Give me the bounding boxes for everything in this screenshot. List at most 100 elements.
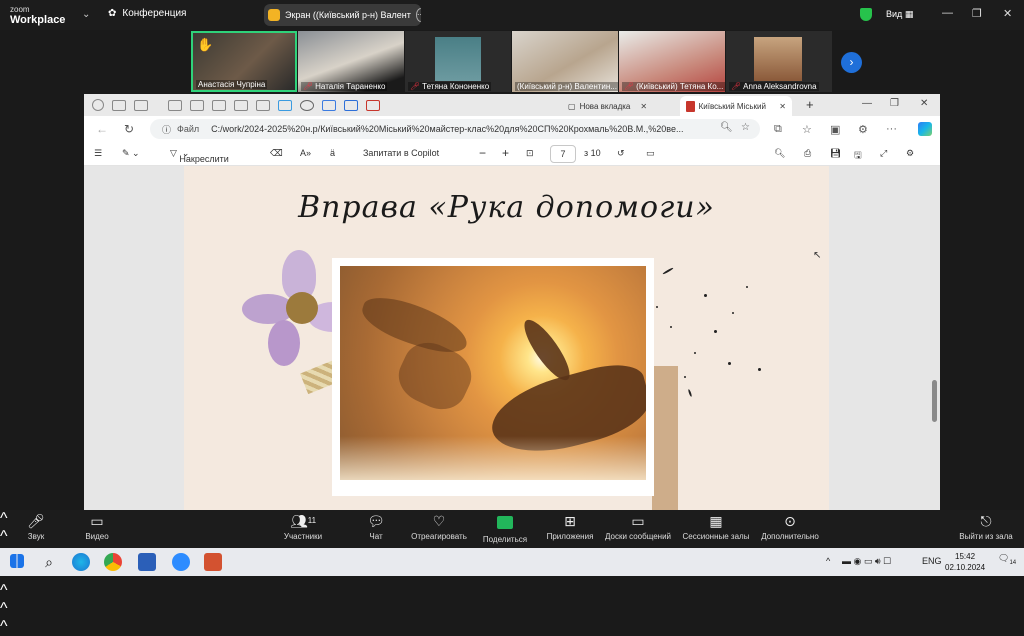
tab-icon[interactable]: [322, 99, 336, 111]
collections-icon[interactable]: [112, 99, 126, 111]
tray-icons[interactable]: ▬ ◉ ▭ 🔊︎ ☐: [842, 556, 891, 567]
settings-gear-icon[interactable]: ⚙: [906, 148, 914, 159]
tab-icon[interactable]: [190, 99, 204, 111]
screen-share-indicator[interactable]: Экран ((Київський р-н) Валент ···: [264, 4, 421, 26]
apps-button[interactable]: ⊞ Приложения: [542, 510, 598, 548]
more-menu-icon[interactable]: ···: [886, 123, 897, 135]
edge-icon[interactable]: [72, 553, 90, 571]
share-options-caret[interactable]: ^: [0, 582, 1024, 600]
tab-icon[interactable]: [234, 99, 248, 111]
browser-close-button[interactable]: ✕: [920, 98, 928, 109]
fullscreen-icon[interactable]: ⤢: [880, 148, 887, 159]
next-page-arrow-icon[interactable]: ›: [841, 52, 862, 73]
participant-tile[interactable]: 🎤︎ Anna Aleksandrovna: [726, 31, 832, 92]
close-tab-icon[interactable]: ✕: [779, 102, 786, 111]
audio-button[interactable]: 🎤︎ Звук: [20, 510, 52, 548]
fit-page-icon[interactable]: ⊡: [526, 148, 534, 159]
zoom-and-favorite-icons[interactable]: 🔍︎ ☆: [720, 122, 750, 133]
participant-tile[interactable]: 🎤︎ Наталія Тараненко: [298, 31, 404, 92]
refresh-icon[interactable]: ↻: [124, 122, 134, 136]
save-as-icon[interactable]: 🖫︎: [854, 148, 862, 164]
tab-icon[interactable]: [168, 99, 182, 111]
chat-button[interactable]: 💬︎ Чат: [362, 510, 390, 548]
rotate-icon[interactable]: ↺: [617, 148, 625, 159]
zoom-in-button[interactable]: +: [502, 146, 509, 160]
powerpoint-icon[interactable]: [204, 553, 222, 571]
more-button[interactable]: ⊙ Дополнительно: [758, 510, 822, 548]
contents-icon[interactable]: ☰: [94, 148, 102, 159]
language-indicator[interactable]: ENG: [922, 556, 942, 566]
participant-tile[interactable]: ✋ Анастасія Чупріна: [191, 31, 297, 92]
chrome-icon[interactable]: [104, 553, 122, 571]
search-icon[interactable]: 🔍︎: [774, 148, 785, 159]
browser-restore-button[interactable]: ❐: [890, 98, 899, 109]
word-icon[interactable]: [138, 553, 156, 571]
eraser-icon[interactable]: ⌫: [270, 148, 283, 159]
zoom-top-bar: zoom Workplace ⌄ ✿ Конференция Экран ((К…: [0, 0, 1024, 30]
copilot-icon[interactable]: [918, 122, 932, 136]
zoom-out-button[interactable]: −: [479, 146, 486, 160]
react-button[interactable]: ♡ Отреагировать: [408, 510, 470, 548]
tab-icon[interactable]: [256, 99, 270, 111]
ask-copilot-button[interactable]: Запитати в Copilot: [363, 148, 439, 158]
more-icon[interactable]: ···: [415, 8, 421, 22]
leave-button[interactable]: ⎋ Выйти из зала: [956, 510, 1016, 548]
tab-active[interactable]: Київський Міський ✕: [680, 96, 792, 116]
chevron-down-icon[interactable]: ⌄: [82, 9, 90, 20]
profile-icon[interactable]: [92, 99, 104, 111]
minimize-button[interactable]: —: [942, 7, 953, 19]
scrollbar-thumb[interactable]: [932, 380, 937, 422]
read-aloud-icon[interactable]: A»: [300, 148, 311, 158]
url-field[interactable]: ⓘ Файл C:/work/2024-2025%20н.р/Київський…: [150, 119, 760, 139]
tab-icon[interactable]: [278, 99, 292, 111]
view-button[interactable]: Вид ▦: [886, 9, 913, 20]
whiteboards-button[interactable]: ▭ Доски сообщений: [602, 510, 674, 548]
browser-minimize-button[interactable]: —: [862, 98, 872, 109]
notifications-icon[interactable]: 🗨︎14: [998, 553, 1016, 566]
search-icon[interactable]: ⌕: [40, 553, 58, 571]
draw-button[interactable]: ▽ Накреслити ⌄: [170, 148, 229, 164]
zoom-toolbar: 🎤︎ Звук ^ ▭ Видео ^ 👥︎11 Участники 💬︎ Ча…: [0, 510, 1024, 635]
collections-icon[interactable]: ▣: [830, 123, 840, 136]
pdf-toolbar: ☰ ✎ ⌄ ▽ Накреслити ⌄ ⌫ A» ä Запитати в C…: [84, 142, 940, 166]
whiteboards-options-caret[interactable]: ^: [0, 618, 1024, 636]
participant-name: Анастасія Чупріна: [196, 80, 268, 89]
save-icon[interactable]: 💾︎: [830, 148, 841, 159]
print-icon[interactable]: ⎙: [804, 148, 811, 159]
tab-actions-icon[interactable]: [134, 99, 148, 111]
favorites-icon[interactable]: ☆: [802, 123, 812, 136]
split-screen-icon[interactable]: ⧉: [774, 123, 782, 136]
tray-chevron-icon[interactable]: ^: [826, 556, 830, 566]
breakout-rooms-button[interactable]: ▦ Сессионные залы: [682, 510, 750, 548]
tab-new[interactable]: ▢ Нова вкладка ✕: [562, 96, 653, 116]
page-view-icon[interactable]: ▭: [646, 148, 655, 159]
tab-icon[interactable]: [300, 99, 314, 111]
share-button[interactable]: Поделиться: [480, 510, 530, 548]
translate-icon[interactable]: ä: [330, 148, 335, 158]
windows-start-icon[interactable]: [10, 554, 24, 568]
new-tab-button[interactable]: +: [806, 97, 814, 112]
pdf-viewer[interactable]: Вправа «Рука допомоги» ↖: [84, 166, 940, 510]
video-button[interactable]: ▭ Видео: [80, 510, 114, 548]
participant-tile[interactable]: (Київський р-н) Валентин...: [512, 31, 618, 92]
restore-button[interactable]: ❐: [972, 7, 982, 20]
close-tab-icon[interactable]: ✕: [640, 102, 647, 111]
clock[interactable]: 15:42 02.10.2024: [945, 551, 985, 573]
participant-tile[interactable]: 🎤︎ Тетяна Кононенко: [405, 31, 511, 92]
tab-icon[interactable]: [366, 99, 380, 111]
participant-tile[interactable]: 🎤︎ (Київський) Тетяна Ко...: [619, 31, 725, 92]
conference-button[interactable]: ✿ Конференция: [108, 8, 186, 19]
back-arrow-icon[interactable]: ←: [96, 122, 108, 136]
close-button[interactable]: ✕: [1003, 7, 1012, 20]
apps-options-caret[interactable]: ^: [0, 600, 1024, 618]
extensions-icon[interactable]: ⚙: [858, 123, 868, 136]
zoom-app-icon[interactable]: [172, 553, 190, 571]
highlight-icon[interactable]: ✎ ⌄: [122, 148, 140, 159]
security-shield-icon[interactable]: [860, 8, 872, 21]
participants-button[interactable]: 👥︎11 Участники: [278, 510, 328, 548]
participant-name-wrap: 🎤︎ Anna Aleksandrovna: [729, 82, 819, 91]
vertical-scrollbar[interactable]: [931, 170, 938, 500]
tab-icon[interactable]: [212, 99, 226, 111]
page-number-input[interactable]: 7: [550, 145, 576, 163]
tab-icon[interactable]: [344, 99, 358, 111]
